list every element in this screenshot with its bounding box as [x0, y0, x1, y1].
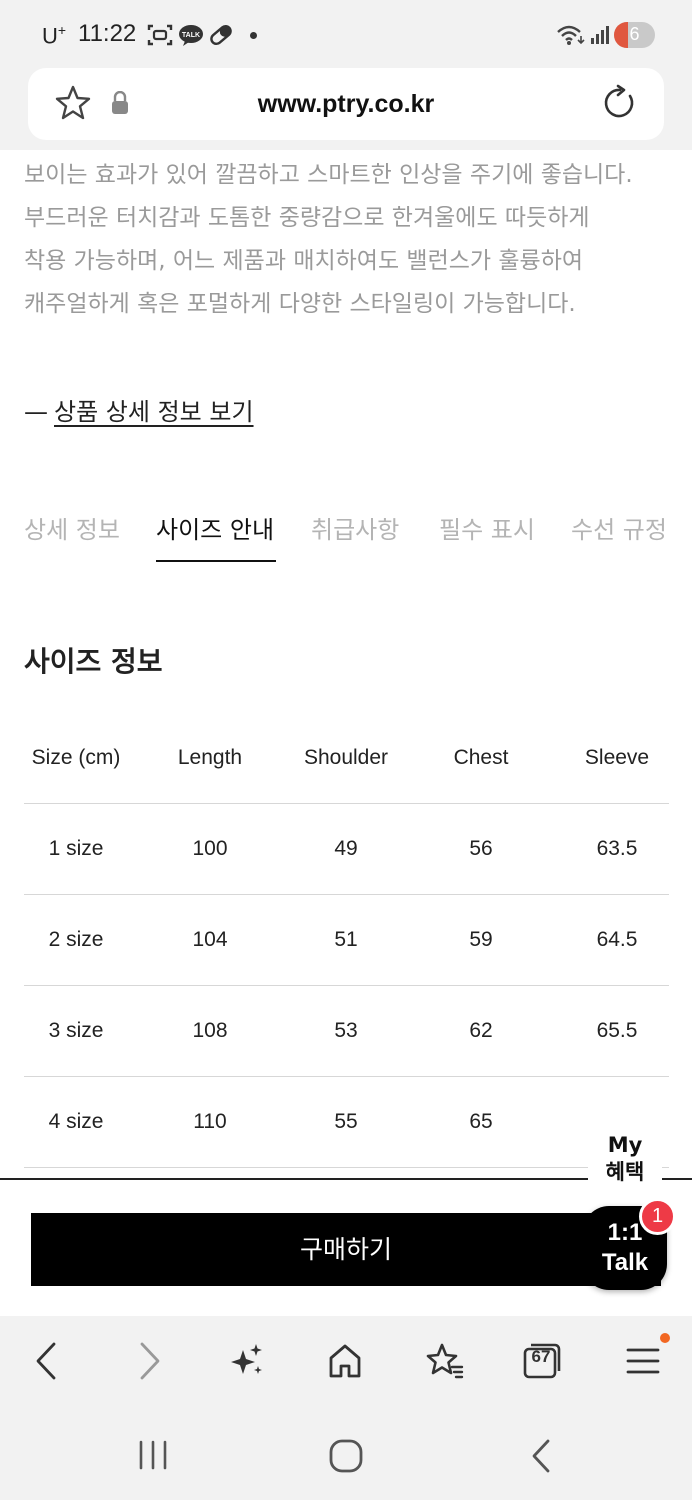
header-chest: Chest [453, 746, 509, 769]
kakaotalk-icon: TALK [179, 25, 203, 46]
my-benefit-line2: 혜택 [605, 1160, 645, 1184]
forward-icon[interactable] [134, 1340, 164, 1382]
table-cell: 1 size [48, 837, 104, 860]
browser-address-area: www.ptry.co.kr [0, 68, 692, 150]
header-shoulder: Shoulder [303, 746, 389, 769]
menu-icon[interactable] [624, 1340, 662, 1382]
table-header-row: Size (cm) Length Shoulder Chest Sleeve [24, 713, 669, 804]
header-length: Length [177, 746, 243, 769]
carrier-label: U+ [42, 22, 67, 49]
status-bar: U+ 11:22 TALK 6 [0, 0, 692, 70]
notification-dot [250, 32, 257, 39]
pill-icon [210, 24, 232, 46]
menu-notification-dot [660, 1333, 670, 1343]
browser-toolbar: 67 [0, 1316, 692, 1410]
tab-required-labels[interactable]: 필수 표시 [439, 510, 535, 545]
home-icon[interactable] [327, 1340, 363, 1382]
description-line: 착용 가능하며, 어느 제품과 매치하여도 밸런스가 훌륭하여 [24, 248, 584, 274]
active-tab-indicator [156, 560, 276, 562]
screenshot-icon [147, 24, 173, 46]
table-cell: 53 [334, 1019, 358, 1042]
table-cell: 65 [469, 1110, 493, 1133]
product-detail-link-label[interactable]: 상품 상세 정보 보기 [54, 398, 254, 426]
table-cell: 4 size [48, 1110, 104, 1133]
table-row: 3 size 108 53 62 65.5 [24, 986, 669, 1077]
wifi-icon [557, 25, 585, 45]
tab-repair-policy[interactable]: 수선 규정 [571, 510, 667, 545]
table-row: 1 size 100 49 56 63.5 [24, 804, 669, 895]
description-line: 캐주얼하게 혹은 포멀하게 다양한 스타일링이 가능합니다. [24, 291, 576, 317]
table-cell: 55 [334, 1110, 358, 1133]
table-cell: 108 [192, 1019, 228, 1042]
table-cell: 56 [469, 837, 493, 860]
system-back-icon[interactable] [526, 1438, 556, 1474]
tab-care[interactable]: 취급사항 [311, 510, 399, 545]
svg-text:TALK: TALK [182, 32, 200, 39]
size-section-title: 사이즈 정보 [24, 645, 163, 678]
my-benefit-button[interactable]: My 혜택 [588, 1128, 662, 1192]
back-icon[interactable] [32, 1340, 62, 1382]
table-cell: 65.5 [596, 1019, 638, 1042]
address-bar[interactable]: www.ptry.co.kr [28, 68, 664, 140]
table-cell: 104 [192, 928, 228, 951]
my-benefit-line1: My [607, 1133, 643, 1157]
recent-apps-icon[interactable] [136, 1438, 170, 1472]
system-navigation-bar [0, 1410, 692, 1500]
home-button-icon[interactable] [328, 1438, 364, 1474]
table-cell: 63.5 [596, 837, 638, 860]
tab-detail-info[interactable]: 상세 정보 [24, 510, 120, 545]
table-cell: 2 size [48, 928, 104, 951]
talk-line2: Talk [601, 1249, 649, 1276]
bookmarks-icon[interactable] [424, 1340, 464, 1382]
battery-indicator: 6 [614, 22, 655, 48]
table-cell: 64.5 [596, 928, 638, 951]
table-cell: 51 [334, 928, 358, 951]
buy-button[interactable]: 구매하기 [31, 1213, 661, 1286]
table-cell: 62 [469, 1019, 493, 1042]
info-tabs: 상세 정보 사이즈 안내 취급사항 필수 표시 수선 규정 [0, 500, 692, 564]
reload-icon[interactable] [602, 84, 638, 122]
table-row: 2 size 104 51 59 64.5 [24, 895, 669, 986]
clock: 11:22 [78, 20, 137, 47]
signal-icon [591, 26, 609, 44]
table-cell: 49 [334, 837, 358, 860]
table-cell: 100 [192, 837, 228, 860]
sparkle-icon[interactable] [228, 1340, 266, 1382]
header-size: Size (cm) [31, 746, 121, 769]
tab-size-guide[interactable]: 사이즈 안내 [156, 510, 274, 545]
tabs-count: 67 [531, 1347, 551, 1366]
header-sleeve: Sleeve [584, 746, 650, 769]
url-text[interactable]: www.ptry.co.kr [28, 90, 664, 119]
product-detail-link[interactable]: — 상품 상세 정보 보기 [24, 392, 254, 427]
product-description: 보이는 효과가 있어 깔끔하고 스마트한 인상을 주기에 좋습니다. 부드러운 … [24, 154, 684, 326]
description-line: 부드러운 터치감과 도톰한 중량감으로 한겨울에도 따듯하게 [24, 205, 590, 231]
table-cell: 3 size [48, 1019, 104, 1042]
description-line: 보이는 효과가 있어 깔끔하고 스마트한 인상을 주기에 좋습니다. [24, 162, 633, 188]
talk-unread-badge: 1 [639, 1198, 676, 1235]
size-table: Size (cm) Length Shoulder Chest Sleeve 1… [24, 713, 669, 1168]
link-dash: — [24, 398, 48, 426]
table-cell: 59 [469, 928, 493, 951]
table-cell: 110 [193, 1110, 227, 1133]
table-row: 4 size 110 55 65 [24, 1077, 669, 1168]
